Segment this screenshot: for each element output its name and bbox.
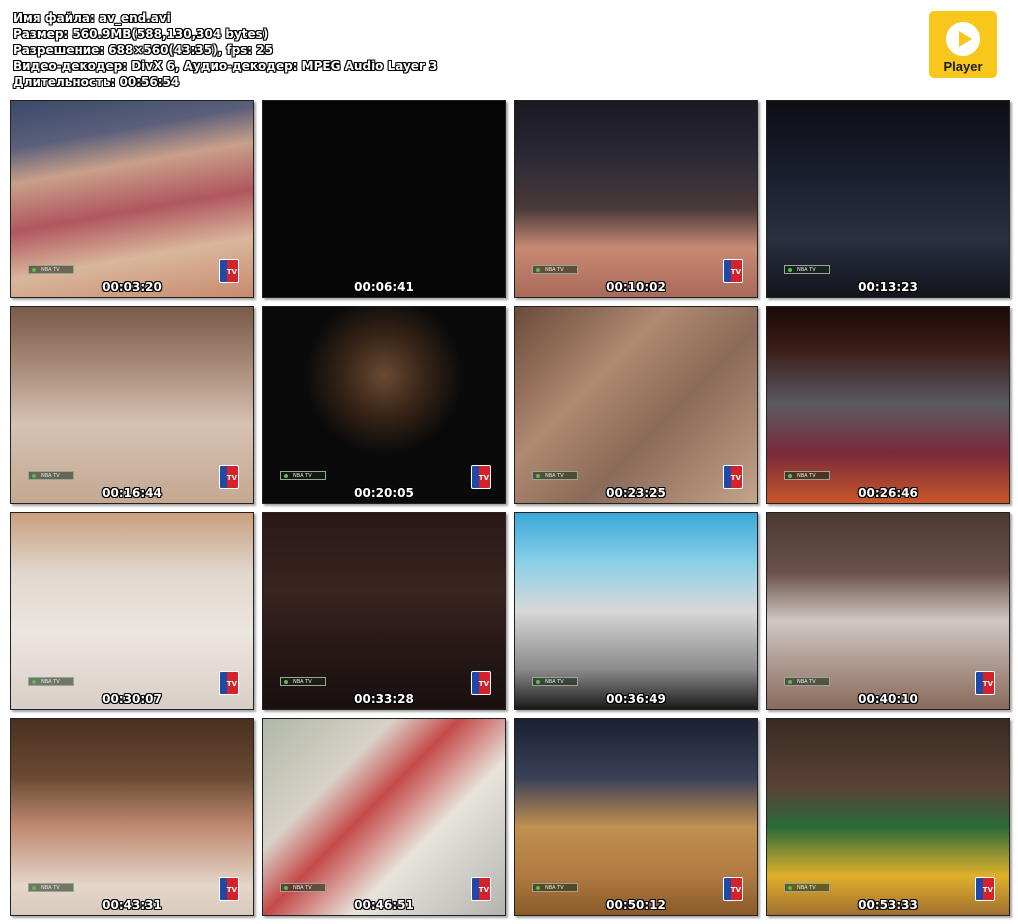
video-thumbnail[interactable]: NBA TV TV 00:16:44 [10,306,254,504]
nba-tv-bug: NBA TV [280,883,326,892]
video-thumbnail[interactable]: NBA TV TV 00:20:05 [262,306,506,504]
video-thumbnail[interactable]: NBA TV TV 00:10:02 [514,100,758,298]
nba-tv-bug: NBA TV [28,883,74,892]
video-thumbnail[interactable]: NBA TV 00:13:23 [766,100,1010,298]
file-info-block: Имя файла: av_end.avi Размер: 560.9MB(58… [13,10,437,90]
video-thumbnail[interactable]: NBA TV TV 00:30:07 [10,512,254,710]
duration-text: Длительность: 00:56:54 [13,75,180,89]
thumbnail-timestamp: 00:13:23 [858,280,918,294]
thumbnail-timestamp: 00:36:49 [606,692,666,706]
video-thumbnail[interactable]: 00:06:41 [262,100,506,298]
video-thumbnail[interactable]: NBA TV TV 00:53:33 [766,718,1010,916]
thumbnail-timestamp: 00:33:28 [354,692,414,706]
video-thumbnail[interactable]: NBA TV TV 00:23:25 [514,306,758,504]
codecs-text: Видео-декодер: DivX 6, Аудио-декодер: MP… [13,59,438,73]
thumbnail-timestamp: 00:10:02 [606,280,666,294]
nba-tv-bug: NBA TV [280,677,326,686]
thumbnail-timestamp: 00:03:20 [102,280,162,294]
thumbnail-frame-image [263,101,505,297]
video-thumbnail[interactable]: NBA TV TV 00:43:31 [10,718,254,916]
file-name-text: Имя файла: av_end.avi [13,11,171,25]
nba-tv-bug: NBA TV [28,265,74,274]
nba-tv-bug: NBA TV [784,471,830,480]
thumbnail-timestamp: 00:53:33 [858,898,918,912]
thumbnail-timestamp: 00:23:25 [606,486,666,500]
nba-tv-bug: NBA TV [784,677,830,686]
thumbnail-timestamp: 00:20:05 [354,486,414,500]
thumbnail-timestamp: 00:50:12 [606,898,666,912]
nba-tv-bug: NBA TV [532,883,578,892]
nba-tv-bug: NBA TV [784,265,830,274]
video-thumbnail[interactable]: NBA TV TV 00:46:51 [262,718,506,916]
nba-tv-bug: NBA TV [532,677,578,686]
video-thumbnail[interactable]: NBA TV TV 00:33:28 [262,512,506,710]
video-thumbnail[interactable]: NBA TV TV 00:50:12 [514,718,758,916]
nba-tv-bug: NBA TV [784,883,830,892]
nba-tv-bug: NBA TV [532,265,578,274]
video-thumbnail[interactable]: NBA TV TV 00:40:10 [766,512,1010,710]
nba-tv-bug: NBA TV [28,677,74,686]
thumbnail-timestamp: 00:30:07 [102,692,162,706]
video-thumbnail[interactable]: NBA TV 00:26:46 [766,306,1010,504]
thumbnail-timestamp: 00:16:44 [102,486,162,500]
thumbnail-timestamp: 00:43:31 [102,898,162,912]
thumbnail-timestamp: 00:06:41 [354,280,414,294]
nba-tv-bug: NBA TV [28,471,74,480]
thumbnail-timestamp: 00:40:10 [858,692,918,706]
file-size-text: Размер: 560.9MB(588,130,304 bytes) [13,27,269,41]
resolution-text: Разрешение: 688×560(43:35), fps: 25 [13,43,273,57]
thumbnail-timestamp: 00:46:51 [354,898,414,912]
play-icon [946,22,980,56]
nba-tv-bug: NBA TV [280,471,326,480]
thumbnail-timestamp: 00:26:46 [858,486,918,500]
video-thumbnail[interactable]: NBA TV TV 00:03:20 [10,100,254,298]
video-thumbnail[interactable]: NBA TV 00:36:49 [514,512,758,710]
player-button-label: Player [943,59,983,74]
player-button[interactable]: Player [929,11,997,78]
nba-tv-bug: NBA TV [532,471,578,480]
